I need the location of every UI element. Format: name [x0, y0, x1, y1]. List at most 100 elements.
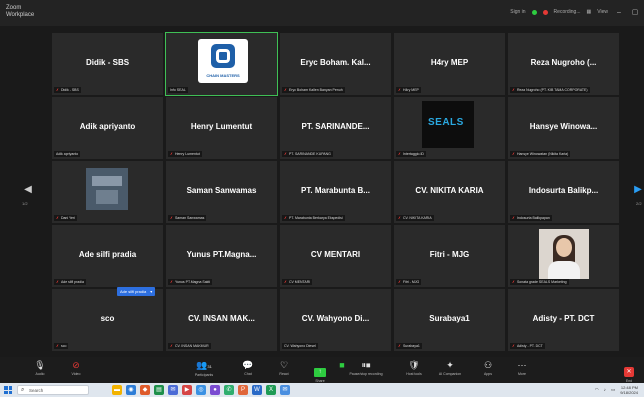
- participant-tile[interactable]: SEALS ✗ Intertaggio.ID: [394, 97, 505, 159]
- participant-label-text: CV. Wahyono Diesel: [284, 344, 316, 348]
- muted-mic-icon: ✗: [398, 344, 401, 348]
- chat-app-icon[interactable]: ●: [210, 385, 220, 395]
- taskbar-search-input[interactable]: ⌕ Search: [17, 385, 89, 395]
- participant-tile[interactable]: Didik - SBS ✗ Didik - SBS: [52, 33, 163, 95]
- file-explorer-icon[interactable]: ▬: [112, 385, 122, 395]
- participant-name-label: ✗ PT. Marabunta Berkarya Ekspedisi: [282, 215, 345, 221]
- participant-name-label: ✗ Didik - SBS: [54, 87, 81, 93]
- muted-mic-icon: ✗: [284, 152, 287, 156]
- next-page-arrow-icon[interactable]: ▶: [634, 183, 642, 197]
- participant-name-label: ✗ Yunus PT.Magna Sakti: [168, 279, 213, 285]
- participant-tile[interactable]: H4ry MEP ✗ H4ry MEP: [394, 33, 505, 95]
- taskbar-pinned-apps: ▬ ◉ ◆ ▤ ✉ ▶ ◎ ● ✆ P W X ✉: [112, 385, 290, 395]
- participant-label-text: CV MENTARI: [288, 280, 311, 284]
- recording-status[interactable]: Recording...: [554, 9, 581, 15]
- participant-hover-tag[interactable]: Ade silfi pradia ▾: [117, 287, 156, 296]
- participant-display-name: PT. Marabunta B...: [301, 186, 370, 195]
- participant-display-name: Eryc Boham. Kal...: [300, 58, 371, 67]
- participant-display-name: sco: [100, 314, 115, 323]
- spreadsheet-icon[interactable]: ▤: [154, 385, 164, 395]
- media-icon[interactable]: ▶: [182, 385, 192, 395]
- browser-icon[interactable]: ◉: [126, 385, 136, 395]
- grid-icon[interactable]: ▦: [587, 9, 592, 15]
- participant-name-label: ✗ Saman Sanwamas: [168, 215, 207, 221]
- word-icon[interactable]: W: [252, 385, 262, 395]
- muted-mic-icon: ✗: [512, 88, 515, 92]
- participant-tile[interactable]: Hansye Winowa... ✗ Hansye Winowatan (Nikit…: [508, 97, 619, 159]
- participant-tile[interactable]: Ade silfi pradia ✗ Ade silfi pradia: [52, 225, 163, 287]
- participant-tile[interactable]: Adik apriyanto Adik apriyanto: [52, 97, 163, 159]
- battery-icon[interactable]: ▭: [611, 385, 615, 395]
- mail-icon[interactable]: ✉: [280, 385, 290, 395]
- participant-tile[interactable]: CV. NIKITA KARIA ✗ CV. NIKITA KARIA: [394, 161, 505, 223]
- participant-name-label: Info SEAL: [168, 87, 188, 93]
- participant-tile[interactable]: ✗ Dani Yeri: [52, 161, 163, 223]
- participant-display-name: Yunus PT.Magna...: [186, 250, 257, 259]
- participant-tile[interactable]: ✗ Sonata grade SEALS Marketing: [508, 225, 619, 287]
- teams-icon[interactable]: ✉: [168, 385, 178, 395]
- more-options-icon[interactable]: ▾: [150, 289, 152, 294]
- participant-video-seals-logo: SEALS: [422, 101, 474, 148]
- pause-stop-recording-button[interactable]: ⏸⏹ Pause/stop recording: [344, 360, 388, 382]
- participant-label-text: PT. SARINANDE KUPANG: [288, 152, 331, 156]
- video-off-icon: ⊘: [72, 360, 80, 370]
- participant-tile[interactable]: Indosurta Balikp... ✗ Indosurta Balikpapan: [508, 161, 619, 223]
- participant-label-text: CV. NIKITA KARIA: [402, 216, 432, 220]
- more-button[interactable]: ⋯ More: [500, 360, 544, 382]
- participant-tile[interactable]: CV. Wahyono Di... CV. Wahyono Diesel: [280, 289, 391, 351]
- participant-display-name: PT. SARINANDE...: [301, 122, 370, 131]
- participant-tile[interactable]: CV MENTARI ✗ CV MENTARI: [280, 225, 391, 287]
- end-button[interactable]: ✕ End: [614, 360, 644, 383]
- security-shield-icon[interactable]: [531, 9, 537, 15]
- participant-label-text: CV. INSAN MAKMUR: [174, 344, 209, 348]
- windows-start-icon[interactable]: [4, 386, 12, 394]
- participant-tile[interactable]: Fitri - MJG ✗ Fitri - MJG: [394, 225, 505, 287]
- office-icon[interactable]: ◆: [140, 385, 150, 395]
- participant-label-text: Reza Nugroho (PT. KIB TAMA CORPORATE): [516, 88, 588, 92]
- participant-video-camera: [539, 229, 589, 279]
- participant-label-text: Didik - SBS: [60, 88, 79, 92]
- participant-tile[interactable]: Surabaya1 ✗ Surabaya1: [394, 289, 505, 351]
- participant-name-label: ✗ Dani Yeri: [54, 215, 77, 221]
- participant-tile[interactable]: Henry Lumentut ✗ Henry Lumentut: [166, 97, 277, 159]
- muted-mic-icon: ✗: [56, 280, 59, 284]
- previous-page-arrow-icon[interactable]: ◀: [24, 183, 32, 197]
- participant-name-label: ✗ Surabaya1: [396, 343, 422, 349]
- participant-tile[interactable]: Yunus PT.Magna... ✗ Yunus PT.Magna Sakti: [166, 225, 277, 287]
- more-dots-icon: ⋯: [517, 360, 527, 370]
- participant-tile[interactable]: Adisty - PT. DCT ✗ Adisty - PT. DCT: [508, 289, 619, 351]
- participant-video-camera: [86, 168, 128, 210]
- participant-tile[interactable]: CHAIN MASTERS Info SEAL: [165, 32, 278, 96]
- wifi-icon[interactable]: ◠: [595, 385, 599, 395]
- participant-name-label: ✗ Eryc Boham Kallen Banyan Penuh: [282, 87, 345, 93]
- maximize-icon[interactable]: ▢: [630, 8, 640, 16]
- participant-label-text: Info SEAL: [170, 88, 186, 92]
- volume-icon[interactable]: ♪: [604, 385, 606, 395]
- sign-in-link[interactable]: Sign in: [510, 9, 525, 15]
- minimize-icon[interactable]: –: [614, 9, 624, 16]
- brand-logo-icon: [211, 44, 235, 68]
- participant-tile[interactable]: Saman Sanwamas ✗ Saman Sanwamas: [166, 161, 277, 223]
- zoom-icon[interactable]: ◎: [196, 385, 206, 395]
- participant-tile[interactable]: Reza Nugroho (... ✗ Reza Nugroho (PT. KIB …: [508, 33, 619, 95]
- participant-label-text: Surabaya1: [402, 344, 420, 348]
- powerpoint-icon[interactable]: P: [238, 385, 248, 395]
- whatsapp-icon[interactable]: ✆: [224, 385, 234, 395]
- muted-mic-icon: ✗: [170, 280, 173, 284]
- participant-tile[interactable]: PT. Marabunta B... ✗ PT. Marabunta Berkary…: [280, 161, 391, 223]
- participant-display-name: CV MENTARI: [310, 250, 361, 259]
- participant-name-label: ✗ Intertaggio.ID: [396, 151, 426, 157]
- participant-label-text: Adik apriyanto: [56, 152, 79, 156]
- participant-tile[interactable]: CV. INSAN MAK... ✗ CV. INSAN MAKMUR: [166, 289, 277, 351]
- muted-mic-icon: ✗: [284, 280, 287, 284]
- video-button[interactable]: ⊘ Video: [54, 360, 98, 382]
- participant-tile[interactable]: Eryc Boham. Kal... ✗ Eryc Boham Kallen Ban…: [280, 33, 391, 95]
- participants-button[interactable]: 👥31 Participants: [182, 360, 226, 382]
- view-button[interactable]: View: [597, 9, 608, 15]
- clock[interactable]: 12:48 PM 9/18/2024: [620, 385, 638, 395]
- participant-tile[interactable]: PT. SARINANDE... ✗ PT. SARINANDE KUPANG: [280, 97, 391, 159]
- participant-name-label: ✗ CV. NIKITA KARIA: [396, 215, 434, 221]
- excel-icon[interactable]: X: [266, 385, 276, 395]
- participant-display-name: CV. NIKITA KARIA: [415, 186, 484, 195]
- participant-tile[interactable]: sco ✗ sco: [52, 289, 163, 351]
